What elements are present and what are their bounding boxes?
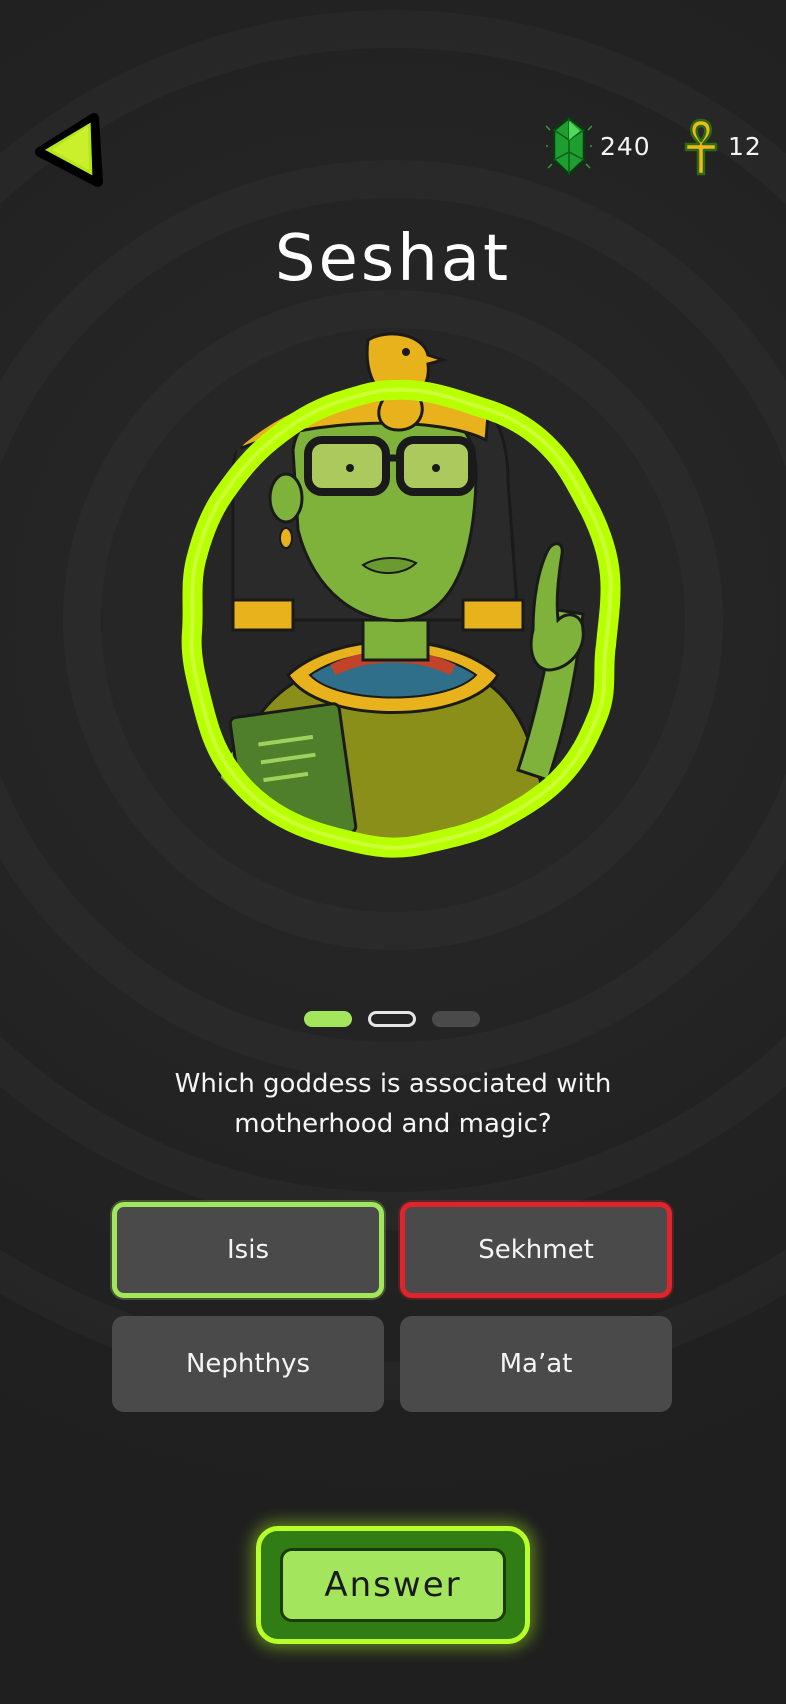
- gem-counter: 240: [546, 116, 651, 176]
- character-portrait: [138, 330, 648, 870]
- option-nephthys[interactable]: Nephthys: [112, 1316, 384, 1412]
- back-button[interactable]: [34, 112, 106, 188]
- gem-count: 240: [600, 131, 651, 161]
- progress-indicator: [304, 1011, 484, 1029]
- progress-dot-inactive: [432, 1011, 480, 1027]
- green-gem-icon: [546, 116, 592, 176]
- seshat-portrait: [161, 332, 625, 858]
- answer-button[interactable]: Answer: [280, 1548, 506, 1622]
- progress-dot-next: [368, 1011, 416, 1027]
- answer-button-frame: Answer: [256, 1526, 530, 1644]
- progress-dot-active: [304, 1011, 352, 1027]
- ankh-counter: 12: [682, 116, 762, 176]
- option-isis[interactable]: Isis: [112, 1202, 384, 1298]
- question-text: Which goddess is associated with motherh…: [174, 1069, 612, 1139]
- ankh-count: 12: [728, 131, 762, 161]
- quiz-screen: 240 12 Seshat Which goddess is associate…: [0, 0, 786, 1704]
- ankh-icon: [684, 118, 718, 176]
- option-sekhmet[interactable]: Sekhmet: [400, 1202, 672, 1298]
- option-maat[interactable]: Ma’at: [400, 1316, 672, 1412]
- character-name: Seshat: [274, 222, 512, 296]
- back-arrow-icon: [35, 113, 103, 187]
